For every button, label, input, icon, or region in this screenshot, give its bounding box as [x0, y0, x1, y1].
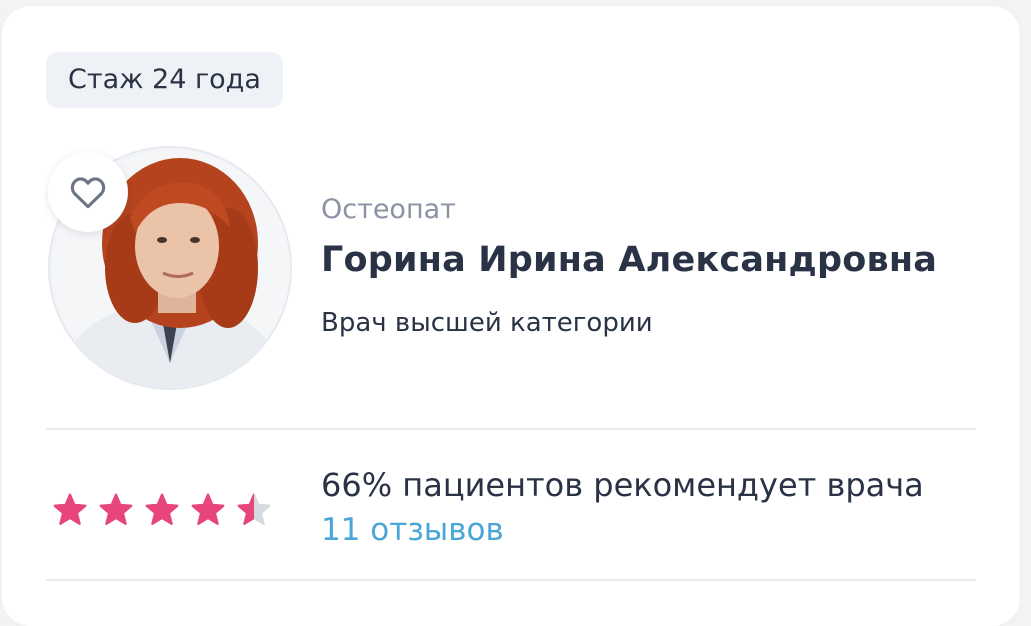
- doctor-name[interactable]: Горина Ирина Александровна: [321, 240, 937, 280]
- doctor-category: Врач высшей категории: [321, 308, 653, 338]
- rating-stars: [52, 492, 272, 528]
- star-icon: [237, 493, 271, 525]
- favorite-button[interactable]: [48, 152, 128, 232]
- star-icon: [53, 493, 87, 525]
- star-icon: [145, 493, 179, 525]
- divider-top: [46, 428, 976, 430]
- doctor-specialty: Остеопат: [321, 194, 456, 225]
- star-icon: [191, 493, 225, 525]
- heart-outline-icon: [70, 177, 106, 209]
- reviews-link[interactable]: 11 отзывов: [321, 512, 504, 548]
- doctor-card: Стаж 24 года Остеопат Горина Ирина Алекс…: [2, 6, 1020, 626]
- star-icon: [99, 493, 133, 525]
- divider-bottom: [46, 579, 976, 581]
- recommend-text: 66% пациентов рекомендует врача: [321, 466, 924, 504]
- experience-badge: Стаж 24 года: [46, 52, 283, 108]
